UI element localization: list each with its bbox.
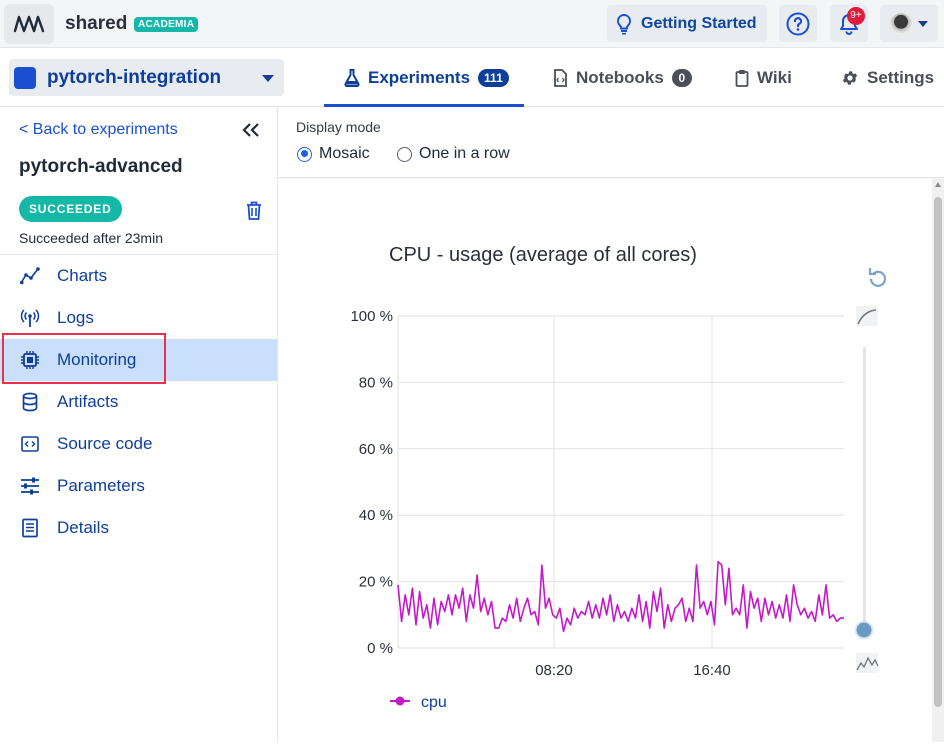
lightbulb-icon: [616, 13, 632, 34]
tab-notebooks-label: Notebooks: [576, 67, 664, 87]
sidebar-item-label: Charts: [57, 266, 108, 285]
getting-started-label: Getting Started: [641, 14, 757, 32]
collapse-double-chevron-icon[interactable]: [241, 122, 261, 138]
sidebar-item-label: Source code: [57, 434, 153, 453]
tab-experiments[interactable]: Experiments 111: [324, 49, 524, 107]
question-circle-icon: [786, 12, 810, 35]
project-bar: pytorch-integration Experiments 111 Note…: [0, 49, 944, 107]
cpu-usage-chart: CPU - usage (average of all cores) 100 %…: [350, 244, 887, 711]
experiment-title: pytorch-advanced: [19, 156, 183, 177]
sidebar-item-parameters[interactable]: Parameters: [0, 465, 277, 507]
content-scrollbar[interactable]: [932, 179, 944, 742]
broadcast-icon: [20, 309, 40, 327]
display-mode-panel: Display mode Mosaic One in a row: [278, 108, 944, 178]
tab-settings[interactable]: Settings: [841, 49, 934, 106]
y-tick-label: 0 %: [367, 640, 393, 657]
y-tick-label: 80 %: [359, 374, 393, 391]
avatar: [890, 12, 912, 35]
sliders-icon: [21, 477, 39, 495]
project-selector[interactable]: pytorch-integration: [9, 59, 284, 96]
project-name: pytorch-integration: [47, 66, 222, 88]
cpu-chip-icon: [21, 351, 39, 369]
status-duration-text: Succeeded after 23min: [19, 230, 163, 246]
app-logo[interactable]: [4, 4, 54, 44]
sidebar-item-label: Monitoring: [57, 350, 137, 369]
notification-count-badge: 9+: [847, 7, 865, 25]
scrollbar-thumb[interactable]: [934, 197, 942, 707]
notebooks-count-badge: 0: [671, 68, 692, 87]
display-mode-label: Display mode: [296, 119, 381, 135]
sidebar-item-label: Logs: [57, 308, 94, 327]
sidebar-item-monitoring[interactable]: Monitoring: [0, 339, 277, 381]
sidebar-item-logs[interactable]: Logs: [0, 297, 277, 339]
radio-label: One in a row: [419, 145, 510, 162]
tab-experiments-label: Experiments: [368, 67, 471, 87]
getting-started-button[interactable]: Getting Started: [607, 5, 767, 42]
caret-down-icon: [918, 20, 928, 27]
sidebar-item-label: Details: [57, 518, 109, 537]
y-tick-label: 40 %: [359, 507, 393, 524]
gear-icon: [842, 70, 858, 85]
chart-grid: [397, 315, 844, 649]
help-button[interactable]: [779, 5, 817, 42]
sidebar-item-charts[interactable]: Charts: [0, 255, 277, 297]
sidebar-item-label: Artifacts: [57, 392, 119, 411]
project-color-icon: [14, 66, 36, 89]
x-axis: 08:20 16:40: [535, 662, 731, 679]
tab-notebooks[interactable]: Notebooks 0: [553, 49, 692, 106]
y-tick-label: 100 %: [350, 308, 393, 325]
chart-series: [397, 560, 844, 633]
sidebar-item-label: Parameters: [57, 476, 145, 495]
experiment-sidebar: < Back to experiments pytorch-advanced S…: [0, 108, 278, 742]
radio-unselected-icon: [397, 146, 412, 162]
chart-title: CPU - usage (average of all cores): [389, 244, 697, 266]
display-mode-mosaic-radio[interactable]: Mosaic: [297, 145, 370, 163]
raw-line-icon[interactable]: [856, 653, 879, 673]
radio-selected-icon: [297, 146, 312, 162]
series-line-cpu: [397, 560, 844, 633]
chart-legend: cpu: [390, 694, 447, 711]
legend-label-cpu[interactable]: cpu: [421, 694, 447, 711]
sidebar-item-source-code[interactable]: Source code: [0, 423, 277, 465]
x-tick-label: 16:40: [693, 662, 731, 679]
flask-icon: [344, 68, 360, 87]
document-icon: [22, 518, 38, 538]
display-mode-one-in-row-radio[interactable]: One in a row: [397, 145, 510, 163]
x-tick-label: 08:20: [535, 662, 573, 679]
tab-settings-label: Settings: [867, 67, 935, 87]
chart-line-icon: [20, 267, 40, 285]
database-icon: [22, 392, 38, 412]
top-bar: shared ACADEMIA Getting Started 9+: [0, 0, 944, 48]
reset-zoom-icon[interactable]: [868, 268, 887, 287]
y-tick-label: 60 %: [359, 441, 393, 458]
experiments-count-badge: 111: [478, 68, 509, 87]
y-tick-label: 20 %: [359, 574, 393, 591]
y-axis: 100 % 80 % 60 % 40 % 20 % 0 %: [350, 308, 393, 657]
user-menu-button[interactable]: [880, 5, 938, 42]
notifications-button[interactable]: 9+: [830, 5, 868, 42]
organization-name[interactable]: shared: [65, 13, 127, 35]
legend-swatch-dot: [395, 696, 405, 706]
smooth-line-icon[interactable]: [856, 306, 878, 326]
trash-icon[interactable]: [246, 201, 262, 220]
plan-badge: ACADEMIA: [134, 17, 199, 32]
clipboard-icon: [735, 69, 749, 87]
back-to-experiments-link[interactable]: < Back to experiments: [19, 121, 178, 139]
main-content: Display mode Mosaic One in a row CPU - u…: [278, 108, 944, 742]
cpu-usage-chart-card: CPU - usage (average of all cores) 100 %…: [278, 179, 932, 742]
tab-wiki-label: Wiki: [757, 67, 792, 87]
code-file-icon: [21, 436, 39, 452]
smoothing-slider-handle[interactable]: [854, 620, 874, 640]
smoothing-slider-track[interactable]: [863, 347, 866, 630]
tab-wiki[interactable]: Wiki: [735, 49, 792, 106]
notebook-file-icon: [554, 68, 567, 87]
scroll-up-arrow-icon[interactable]: [935, 182, 941, 187]
caret-down-icon: [262, 75, 274, 82]
sidebar-item-details[interactable]: Details: [0, 507, 277, 549]
status-badge: SUCCEEDED: [19, 196, 122, 222]
wave-logo-icon: [13, 15, 45, 33]
radio-label: Mosaic: [319, 145, 370, 162]
sidebar-item-artifacts[interactable]: Artifacts: [0, 381, 277, 423]
